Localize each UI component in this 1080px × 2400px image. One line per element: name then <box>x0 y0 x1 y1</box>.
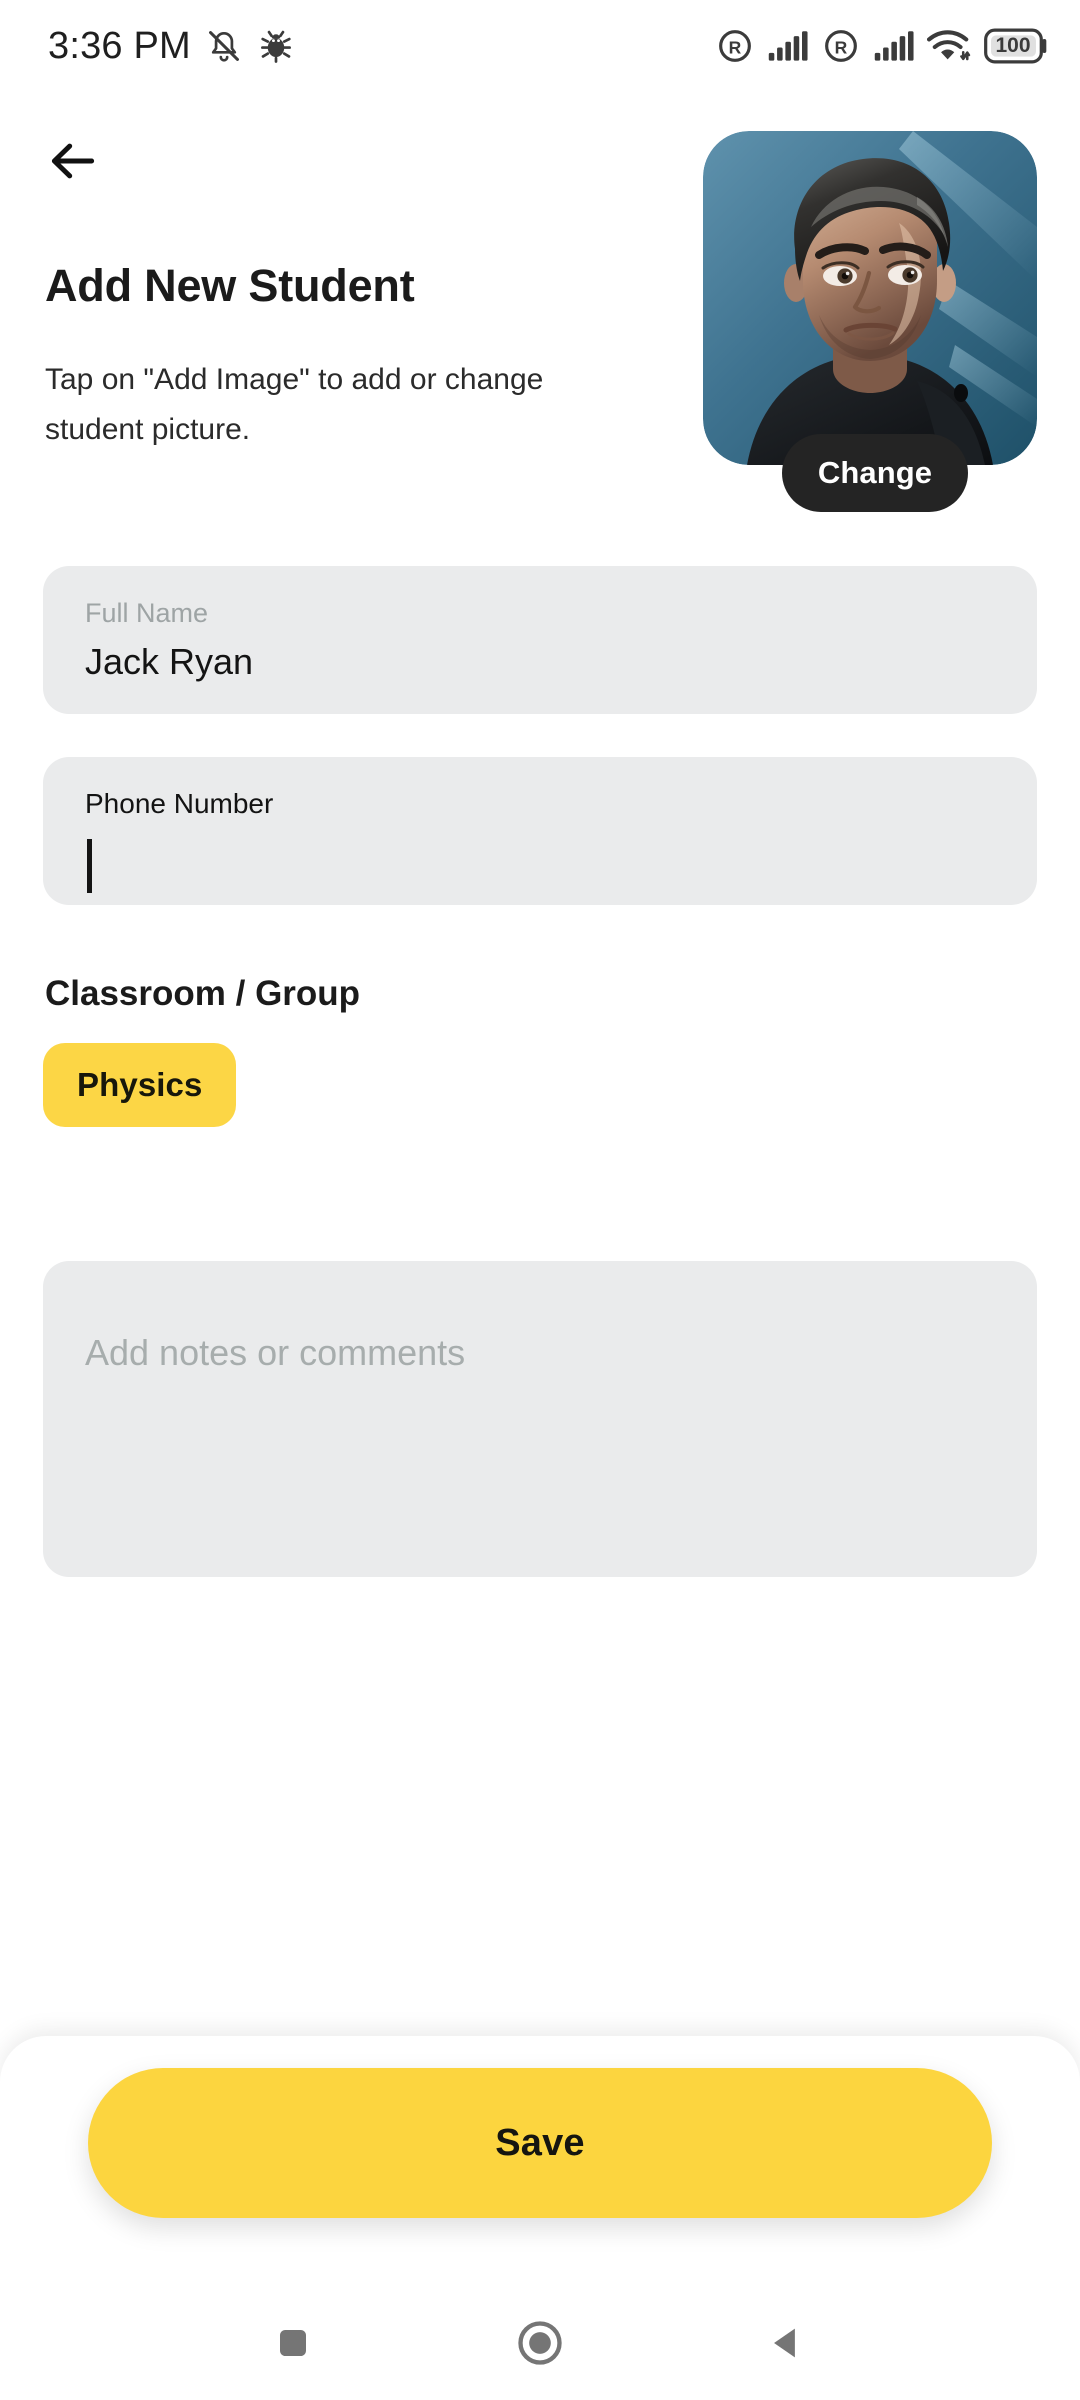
nav-recents-button[interactable] <box>243 2293 343 2393</box>
status-bar: 3:36 PM R R 100 <box>0 0 1080 92</box>
recents-square-icon <box>280 2330 307 2356</box>
phone-number-label: Phone Number <box>85 788 274 819</box>
back-arrow-icon <box>51 143 95 179</box>
phone-number-field[interactable]: Phone Number <box>43 757 1037 905</box>
signal-bars-icon <box>874 31 914 61</box>
student-photo[interactable] <box>703 131 1037 465</box>
nav-home-button[interactable] <box>490 2293 590 2393</box>
page-subtitle: Tap on "Add Image" to add or change stud… <box>45 363 544 446</box>
full-name-field[interactable]: Full Name Jack Ryan <box>43 566 1037 714</box>
page-title: Add New Student <box>45 260 415 311</box>
save-button-label: Save <box>495 2121 585 2164</box>
classroom-chip-row: Physics <box>43 1043 237 1127</box>
app-screen: 3:36 PM R R 100 Add New Student Tap on "… <box>0 0 1080 2400</box>
change-photo-label: Change <box>817 455 933 490</box>
back-button[interactable] <box>36 124 110 198</box>
battery-icon: 100 <box>984 28 1048 64</box>
status-time: 3:36 PM <box>48 24 191 67</box>
save-button[interactable]: Save <box>88 2068 992 2218</box>
svg-text:R: R <box>835 37 848 57</box>
bug-icon <box>260 30 291 63</box>
student-photo-container[interactable]: Change <box>703 131 1037 512</box>
notes-placeholder: Add notes or comments <box>85 1332 466 1373</box>
nav-back-button[interactable] <box>737 2293 837 2393</box>
notes-field[interactable]: Add notes or comments <box>43 1261 1037 1577</box>
home-circle-icon <box>518 2321 562 2365</box>
full-name-input[interactable]: Jack Ryan <box>85 640 995 684</box>
classroom-group-heading: Classroom / Group <box>45 974 361 1013</box>
phone-number-input[interactable] <box>85 831 995 903</box>
status-bar-left: 3:36 PM <box>48 25 295 68</box>
battery-level-label: 100 <box>995 34 1031 57</box>
android-nav-bar <box>0 2286 1080 2400</box>
wifi-icon <box>927 30 971 61</box>
text-caret <box>87 839 92 893</box>
roaming-icon: R <box>825 30 857 62</box>
change-photo-button[interactable]: Change <box>782 434 968 512</box>
classroom-chip-physics[interactable]: Physics <box>43 1043 237 1127</box>
full-name-label: Full Name <box>85 598 209 628</box>
svg-text:R: R <box>729 37 742 57</box>
roaming-icon: R <box>719 30 751 62</box>
signal-bars-icon <box>768 31 808 61</box>
bell-off-icon <box>208 31 239 62</box>
classroom-chip-label: Physics <box>77 1066 203 1103</box>
status-bar-right: R R 100 <box>715 26 1048 66</box>
back-triangle-icon <box>773 2328 795 2358</box>
